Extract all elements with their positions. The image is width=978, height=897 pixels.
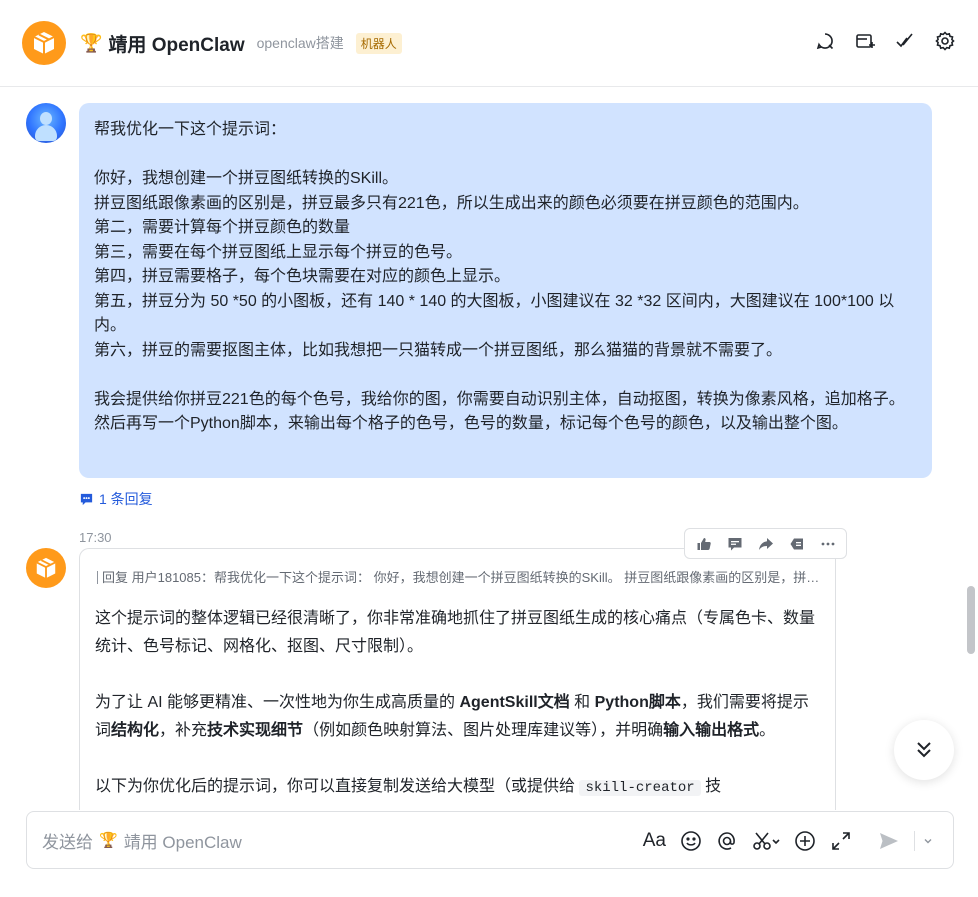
message-input[interactable]: 发送给 🏆 靖用 OpenClaw Aa: [26, 811, 954, 869]
box-logo-icon: [36, 557, 56, 579]
chat-header: 🏆 靖用 OpenClaw openclaw搭建 机器人: [0, 0, 978, 87]
reply-bubble-icon: [80, 493, 93, 505]
bot-badge: 机器人: [355, 32, 402, 54]
inline-code: skill-creator: [579, 780, 701, 796]
message-line: 你好，我想创建一个拼豆图纸转换的SKill。: [94, 170, 399, 187]
box-logo-icon: [33, 32, 55, 54]
message-line: [94, 143, 917, 168]
settings-gear-icon[interactable]: [934, 30, 956, 52]
thumbs-up-icon[interactable]: [689, 530, 718, 557]
message-line: 第三，需要在每个拼豆图纸上显示每个拼豆的色号。: [94, 243, 463, 261]
reply-count[interactable]: 1 条回复: [99, 489, 153, 509]
expand-icon[interactable]: [830, 827, 852, 855]
divider: [914, 831, 915, 851]
chat-subtitle: openclaw搭建: [256, 35, 344, 51]
message-line: 第四，拼豆需要格子，每个色块需要在对应的颜色上显示。: [94, 268, 511, 285]
screenshot-scissors-icon[interactable]: [752, 827, 780, 855]
bot-message-bubble[interactable]: 回复 用户181085：帮我优化一下这个提示词： 你好，我想创建一个拼豆图纸转换…: [79, 548, 836, 810]
share-icon[interactable]: [751, 530, 780, 557]
trophy-icon: 🏆: [80, 32, 103, 53]
chat-title[interactable]: 靖用 OpenClaw: [108, 30, 244, 57]
scroll-to-bottom-button[interactable]: [894, 720, 954, 780]
trophy-icon: 🏆: [99, 832, 118, 849]
add-plus-icon[interactable]: [794, 827, 816, 855]
mention-icon[interactable]: [716, 827, 738, 855]
text-format-button[interactable]: Aa: [643, 827, 666, 855]
bot-message-text: 这个提示词的整体逻辑已经很清晰了，你非常准确地抓住了拼豆图纸生成的核心痛点（专属…: [95, 605, 821, 802]
scrollbar-thumb[interactable]: [967, 586, 975, 654]
comment-icon[interactable]: [720, 530, 749, 557]
message-action-toolbar: [684, 528, 847, 559]
task-check-icon[interactable]: [894, 30, 916, 52]
message-line: 第二，需要计算每个拼豆颜色的数量: [94, 219, 351, 236]
message-line: 第五，拼豆分为 50 *50 的小图板，还有 140 * 140 的大图板，小图…: [94, 292, 895, 335]
search-chat-icon[interactable]: [814, 30, 836, 52]
bot-avatar[interactable]: [22, 21, 66, 65]
pin-icon[interactable]: [782, 530, 811, 557]
paragraph: 这个提示词的整体逻辑已经很清晰了，你非常准确地抓住了拼豆图纸生成的核心痛点（专属…: [95, 610, 816, 655]
emoji-icon[interactable]: [680, 827, 702, 855]
message-line: 我会提供给你拼豆221色的每个色号，我给你的图，你需要自动识别主体，自动抠图，转…: [94, 390, 905, 433]
message-line: 第六，拼豆的需要抠图主体，比如我想把一只猫转成一个拼豆图纸，那么猫猫的背景就不需…: [94, 341, 783, 359]
thread-replies-link[interactable]: 1 条回复: [79, 489, 153, 509]
paragraph: 为了让 AI 能够更精准、一次性地为你生成高质量的 AgentSkill文档 和…: [95, 694, 809, 739]
send-icon[interactable]: [878, 827, 900, 855]
user-message-bubble[interactable]: 帮我优化一下这个提示词： 你好，我想创建一个拼豆图纸转换的SKill。 拼豆图纸…: [79, 103, 932, 478]
send-options-chevron-icon[interactable]: [923, 827, 933, 855]
paragraph: 以下为你优化后的提示词，你可以直接复制发送给大模型（或提供给 skill-cre…: [95, 778, 722, 796]
add-tab-icon[interactable]: [854, 30, 876, 52]
user-avatar[interactable]: [26, 103, 66, 143]
more-icon[interactable]: [813, 530, 842, 557]
message-line: 拼豆图纸跟像素画的区别是，拼豆最多只有221色，所以生成出来的颜色必须要在拼豆颜…: [94, 194, 809, 212]
input-placeholder: 发送给 🏆 靖用 OpenClaw: [42, 832, 242, 852]
double-chevron-down-icon: [917, 742, 931, 758]
message-line: [94, 363, 917, 388]
message-timestamp: 17:30: [79, 530, 112, 545]
reply-quote[interactable]: 回复 用户181085：帮我优化一下这个提示词： 你好，我想创建一个拼豆图纸转换…: [95, 567, 821, 586]
message-line: 帮我优化一下这个提示词：: [94, 121, 287, 138]
bot-avatar[interactable]: [26, 548, 66, 588]
